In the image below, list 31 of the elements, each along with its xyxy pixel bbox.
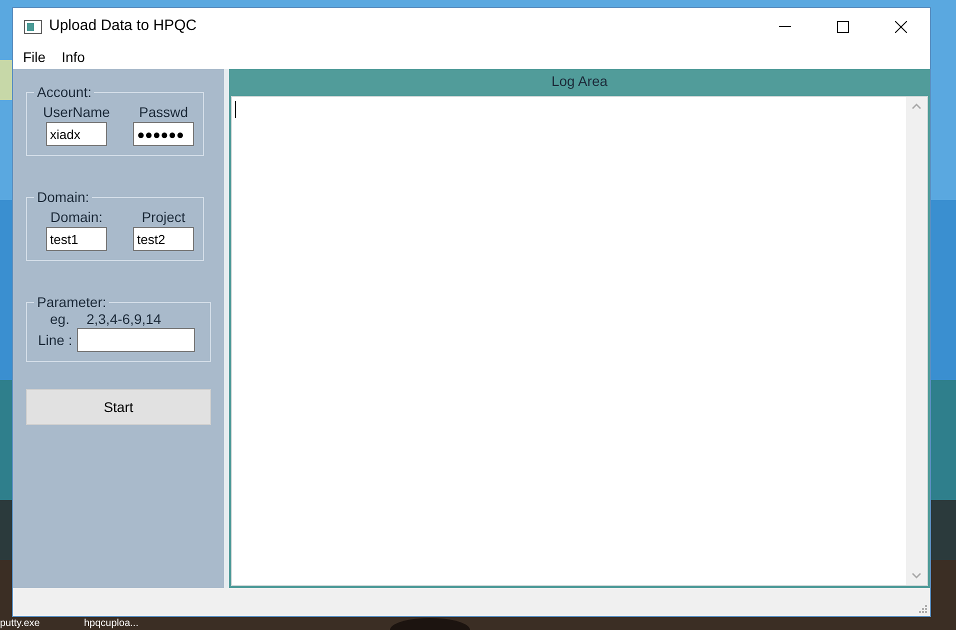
menu-item[interactable]: File xyxy=(21,46,48,68)
window-title: Upload Data to HPQC xyxy=(49,16,197,36)
hint-text: 2,3,4-6,9,14 xyxy=(86,310,162,328)
input-field[interactable] xyxy=(77,328,196,352)
scrollbar[interactable] xyxy=(906,97,927,585)
group-label: Parameter: xyxy=(36,294,108,310)
desktop-icon-label[interactable]: hpqcuploa... xyxy=(84,618,138,629)
field-label: Passwd xyxy=(138,103,188,122)
field-label: Domain: xyxy=(50,208,103,227)
panel-header: Log Area xyxy=(550,72,609,91)
close-icon xyxy=(895,20,907,32)
hint-label: eg. xyxy=(50,310,70,328)
input-field[interactable]: xiadx xyxy=(46,122,107,146)
field-label: UserName xyxy=(43,103,110,122)
input-field[interactable]: test2 xyxy=(133,227,194,251)
app-icon xyxy=(24,20,42,34)
menu-item[interactable]: Info xyxy=(60,46,87,68)
field-label: Line : xyxy=(38,330,72,350)
scroll-down-icon xyxy=(912,573,921,579)
minimize-icon xyxy=(779,26,791,28)
maximize-icon xyxy=(837,20,849,32)
input-field[interactable]: test1 xyxy=(46,227,107,251)
desktop-icon-label[interactable]: putty.exe xyxy=(0,618,40,629)
input-field[interactable]: ●●●●●● xyxy=(133,122,194,146)
resize-grip-icon[interactable] xyxy=(919,605,928,614)
group-label: Account: xyxy=(36,84,92,100)
text-cursor xyxy=(235,101,236,118)
scroll-up-icon xyxy=(912,103,921,109)
group-label: Domain: xyxy=(36,189,90,205)
start-button[interactable]: Start xyxy=(26,389,211,425)
field-label: Project xyxy=(142,208,186,227)
